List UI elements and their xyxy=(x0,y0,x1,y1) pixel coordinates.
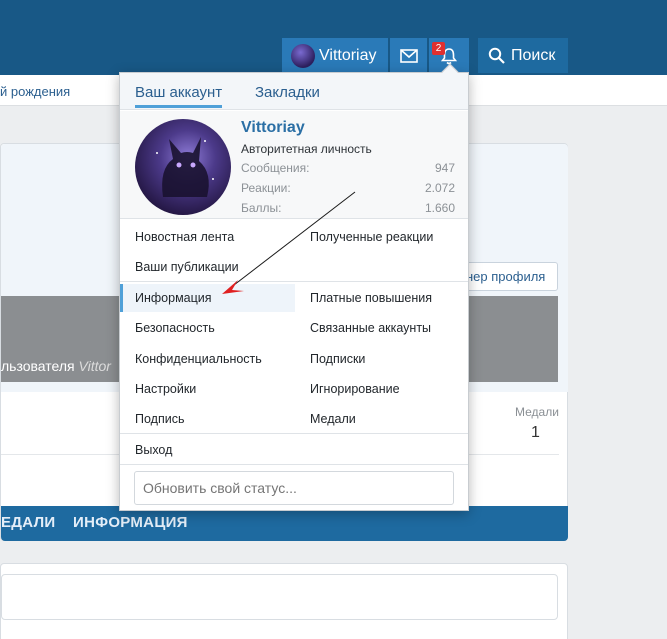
notification-count-badge: 2 xyxy=(432,42,445,55)
menu-item-reactions-received[interactable]: Полученные реакции xyxy=(295,223,468,251)
menu-divider xyxy=(120,281,468,282)
menu-item-security[interactable]: Безопасность xyxy=(120,314,295,342)
medals-stat-label: Медали xyxy=(515,405,559,419)
messages-button[interactable] xyxy=(390,38,427,73)
tab-information[interactable]: ИНФОРМАЦИЯ xyxy=(73,514,188,531)
profile-tabs: ЕДАЛИ ИНФОРМАЦИЯ xyxy=(1,506,568,541)
account-summary: Vittoriay Авторитетная личность Сообщени… xyxy=(120,111,468,219)
user-avatar-large[interactable] xyxy=(135,119,231,215)
account-dropdown-menu: Ваш аккаунт Закладки Vittoriay Авторитет… xyxy=(119,63,469,511)
cat-avatar-icon xyxy=(156,137,214,197)
search-button[interactable]: Поиск xyxy=(478,38,568,73)
profile-cover-text: льзователя Vittor xyxy=(1,358,111,374)
profile-cover-prefix: льзователя xyxy=(1,358,75,374)
stat-points-label: Баллы: xyxy=(241,201,282,215)
stat-reactions-value: 2.072 xyxy=(424,181,455,195)
tab-your-account[interactable]: Ваш аккаунт xyxy=(135,84,223,108)
menu-item-subscriptions[interactable]: Подписки xyxy=(295,345,468,373)
stat-points-value: 1.660 xyxy=(424,201,455,215)
menu-item-paid-upgrades[interactable]: Платные повышения xyxy=(295,284,468,312)
menu-item-connected-accounts[interactable]: Связанные аккаунты xyxy=(295,314,468,342)
lower-card-field[interactable] xyxy=(1,574,558,620)
subnav-birthdays-link[interactable]: й рождения xyxy=(0,84,70,99)
menu-item-logout[interactable]: Выход xyxy=(120,436,295,464)
user-menu-button[interactable]: Vittoriay xyxy=(282,38,388,73)
profile-cover-username: Vittor xyxy=(78,358,111,374)
lower-card xyxy=(0,563,568,639)
profile-banner-button[interactable]: нер профиля xyxy=(457,262,558,291)
menu-item-your-posts[interactable]: Ваши публикации xyxy=(120,253,295,281)
search-icon xyxy=(488,47,505,64)
user-name-label: Vittoriay xyxy=(319,46,377,64)
menu-item-settings[interactable]: Настройки xyxy=(120,375,295,403)
menu-item-privacy[interactable]: Конфиденциальность xyxy=(120,345,295,373)
menu-item-medals[interactable]: Медали xyxy=(295,405,468,433)
stat-reactions: Реакции: 2.072 xyxy=(241,181,455,195)
medals-stat-value: 1 xyxy=(531,424,540,441)
tab-medals[interactable]: ЕДАЛИ xyxy=(1,514,56,531)
menu-item-ignoring[interactable]: Игнорирование xyxy=(295,375,468,403)
status-input[interactable] xyxy=(134,471,454,505)
menu-item-news-feed[interactable]: Новостная лента xyxy=(120,223,295,251)
menu-tabs: Ваш аккаунт Закладки xyxy=(120,73,468,110)
tab-bookmarks[interactable]: Закладки xyxy=(255,84,320,101)
menu-divider xyxy=(120,433,468,434)
envelope-icon xyxy=(399,48,418,63)
search-label: Поиск xyxy=(511,46,556,64)
menu-item-information[interactable]: Информация xyxy=(120,284,295,312)
stat-messages-value: 947 xyxy=(434,161,455,175)
stat-reactions-label: Реакции: xyxy=(241,181,291,195)
stat-points: Баллы: 1.660 xyxy=(241,201,455,215)
menu-item-signature[interactable]: Подпись xyxy=(120,405,295,433)
account-name-link[interactable]: Vittoriay xyxy=(241,119,305,137)
stat-messages-label: Сообщения: xyxy=(241,161,310,175)
stat-messages: Сообщения: 947 xyxy=(241,161,455,175)
account-user-title: Авторитетная личность xyxy=(241,142,372,156)
user-avatar-small xyxy=(291,43,315,68)
menu-divider xyxy=(120,464,468,465)
